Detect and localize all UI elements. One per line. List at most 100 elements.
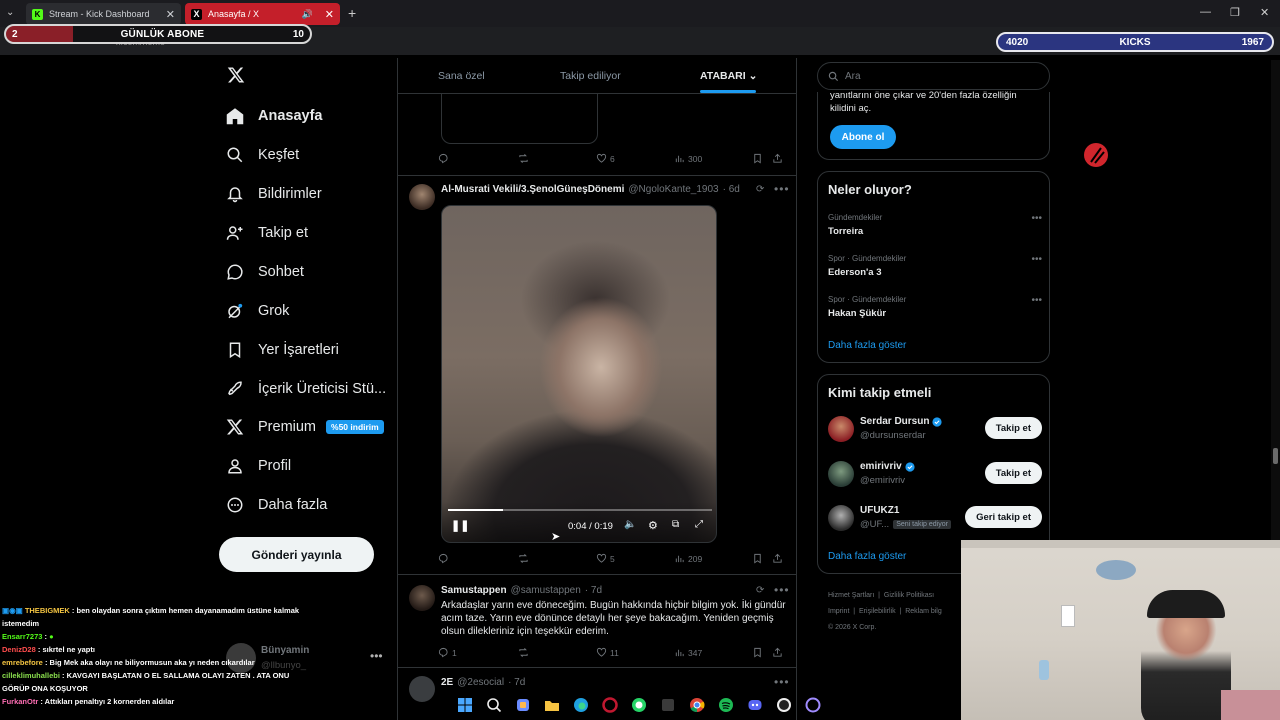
terms-link[interactable]: Hizmet Şartları bbox=[828, 592, 874, 599]
fullscreen-icon[interactable]: ⤢ bbox=[695, 519, 703, 530]
like-button[interactable]: 6 bbox=[596, 153, 615, 164]
like-button[interactable]: 11 bbox=[596, 647, 619, 658]
nav-bookmarks[interactable]: Yer İşaretleri bbox=[226, 335, 339, 365]
widgets-icon[interactable] bbox=[512, 694, 534, 716]
tab-kick-dashboard[interactable]: K Stream - Kick Dashboard ✕ bbox=[26, 3, 181, 25]
views-button[interactable]: 347 bbox=[674, 647, 702, 658]
nav-profile[interactable]: Profil bbox=[226, 451, 291, 481]
bookmark-button[interactable] bbox=[752, 647, 763, 658]
imprint-link[interactable]: Imprint bbox=[828, 608, 849, 615]
x-logo-icon[interactable] bbox=[227, 66, 245, 89]
scrollbar-thumb[interactable] bbox=[1273, 448, 1278, 464]
avatar[interactable] bbox=[409, 676, 435, 702]
close-tab-icon[interactable]: ✕ bbox=[325, 8, 334, 21]
video-progress-bar[interactable] bbox=[448, 509, 712, 511]
more-dots-icon[interactable]: ••• bbox=[1031, 254, 1042, 265]
nav-explore[interactable]: Keşfet bbox=[226, 140, 299, 170]
repost-button[interactable] bbox=[518, 647, 529, 658]
whatsapp-icon[interactable] bbox=[628, 694, 650, 716]
nav-grok[interactable]: Grok bbox=[226, 296, 289, 326]
search-input[interactable]: Ara bbox=[817, 62, 1050, 90]
reply-button[interactable] bbox=[438, 153, 449, 164]
post-time[interactable]: · 7d bbox=[508, 677, 525, 688]
post-time[interactable]: · 6d bbox=[723, 184, 740, 195]
post-button[interactable]: Gönderi yayınla bbox=[219, 537, 374, 572]
nav-premium[interactable]: Premium %50 indirim bbox=[226, 412, 384, 442]
close-tab-icon[interactable]: ✕ bbox=[166, 8, 175, 21]
tab-x-home[interactable]: X Anasayfa / X 🔊 ✕ bbox=[185, 3, 340, 25]
privacy-link[interactable]: Gizlilik Politikası bbox=[884, 592, 934, 599]
bookmark-button[interactable] bbox=[752, 553, 763, 564]
wtf-show-more-link[interactable]: Daha fazla göster bbox=[828, 551, 906, 562]
spotify-icon[interactable] bbox=[715, 694, 737, 716]
trend-item[interactable]: Spor · Gündemdekiler Ederson'a 3 ••• bbox=[828, 254, 1042, 278]
pip-icon[interactable]: ⧉ bbox=[672, 519, 679, 530]
nav-chat[interactable]: Sohbet bbox=[226, 257, 304, 287]
nav-home[interactable]: Anasayfa bbox=[226, 101, 322, 131]
maximize-icon[interactable]: ❐ bbox=[1230, 6, 1240, 19]
avatar[interactable] bbox=[409, 184, 435, 210]
nav-creator-studio[interactable]: İçerik Üreticisi Stü... bbox=[226, 374, 386, 404]
views-button[interactable]: 209 bbox=[674, 553, 702, 564]
grok-icon[interactable]: ⟳ bbox=[756, 184, 764, 195]
share-button[interactable] bbox=[772, 153, 783, 164]
minimize-icon[interactable]: — bbox=[1200, 6, 1211, 18]
author-handle[interactable]: @2esocial bbox=[457, 677, 504, 688]
video-player[interactable]: ❚❚ 0:04 / 0:19 🔈 ⚙ ⧉ ⤢ bbox=[441, 205, 717, 543]
avatar[interactable] bbox=[409, 585, 435, 611]
volume-icon[interactable]: 🔈 bbox=[624, 519, 636, 530]
tab-for-you[interactable]: Sana özel bbox=[438, 70, 485, 82]
more-dots-icon[interactable]: ••• bbox=[774, 675, 790, 689]
nav-notifications[interactable]: Bildirimler bbox=[226, 179, 322, 209]
follow-suggestion[interactable]: Serdar Dursun @dursunserdar Takip et bbox=[828, 414, 1042, 444]
pause-icon[interactable]: ❚❚ bbox=[451, 519, 469, 532]
file-explorer-icon[interactable] bbox=[541, 694, 563, 716]
author-handle[interactable]: @samustappen bbox=[511, 585, 581, 596]
like-button[interactable]: 5 bbox=[596, 553, 615, 564]
repost-button[interactable] bbox=[518, 553, 529, 564]
trends-show-more-link[interactable]: Daha fazla göster bbox=[828, 340, 906, 351]
more-dots-icon[interactable]: ••• bbox=[774, 182, 790, 196]
bookmark-button[interactable] bbox=[752, 153, 763, 164]
more-dots-icon[interactable]: ••• bbox=[774, 583, 790, 597]
follow-button[interactable]: Takip et bbox=[984, 417, 1042, 439]
windows-start-icon[interactable] bbox=[454, 694, 476, 716]
author-name[interactable]: Al-Musrati Vekili/3.ŞenolGüneşDönemi bbox=[441, 184, 624, 195]
ads-info-link[interactable]: Reklam bilg bbox=[905, 608, 942, 615]
trend-item[interactable]: Gündemdekiler Torreira ••• bbox=[828, 213, 1042, 237]
reply-button[interactable] bbox=[438, 553, 449, 564]
obs-icon[interactable] bbox=[773, 694, 795, 716]
follow-button[interactable]: Takip et bbox=[984, 462, 1042, 484]
app-circle-icon[interactable] bbox=[802, 694, 824, 716]
discord-icon[interactable] bbox=[744, 694, 766, 716]
repost-button[interactable] bbox=[518, 153, 529, 164]
tab-atabari[interactable]: ATABARI ⌄ bbox=[700, 70, 757, 82]
post-time[interactable]: · 7d bbox=[585, 585, 602, 596]
author-handle[interactable]: @NgoloKante_1903 bbox=[628, 184, 718, 195]
chrome-icon[interactable] bbox=[686, 694, 708, 716]
more-dots-icon[interactable]: ••• bbox=[1031, 213, 1042, 224]
nav-more[interactable]: Daha fazla bbox=[226, 490, 327, 520]
follow-back-button[interactable]: Geri takip et bbox=[965, 506, 1042, 528]
trend-item[interactable]: Spor · Gündemdekiler Hakan Şükür ••• bbox=[828, 295, 1042, 319]
speaker-icon[interactable]: 🔊 bbox=[302, 9, 313, 20]
opera-icon[interactable] bbox=[599, 694, 621, 716]
subscribe-button[interactable]: Abone ol bbox=[830, 125, 896, 149]
search-icon[interactable] bbox=[483, 694, 505, 716]
follow-suggestion[interactable]: emirivriv @emirivriv Takip et bbox=[828, 459, 1042, 489]
grok-icon[interactable]: ⟳ bbox=[756, 585, 764, 596]
author-name[interactable]: 2E bbox=[441, 677, 453, 688]
reply-button[interactable]: 1 bbox=[438, 647, 457, 658]
share-button[interactable] bbox=[772, 647, 783, 658]
tab-following[interactable]: Takip ediliyor bbox=[560, 70, 621, 82]
unknown-app-icon[interactable] bbox=[657, 694, 679, 716]
more-dots-icon[interactable]: ••• bbox=[370, 649, 383, 663]
follow-suggestion[interactable]: UFUKZ1 @UF... Seni takip ediyor Geri tak… bbox=[828, 503, 1042, 533]
close-window-icon[interactable]: ✕ bbox=[1260, 6, 1269, 19]
tab-list-chevron-icon[interactable]: ⌄ bbox=[6, 7, 14, 18]
nav-follow[interactable]: Takip et bbox=[226, 218, 308, 248]
new-tab-icon[interactable]: + bbox=[348, 5, 356, 21]
share-button[interactable] bbox=[772, 553, 783, 564]
edge-icon[interactable] bbox=[570, 694, 592, 716]
settings-gear-icon[interactable]: ⚙ bbox=[648, 519, 658, 532]
